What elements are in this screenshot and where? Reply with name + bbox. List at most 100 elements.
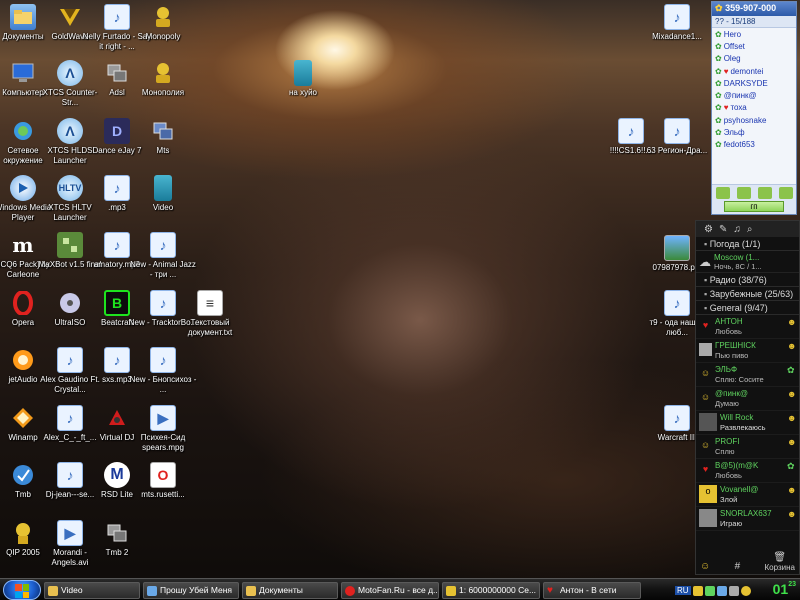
- taskbar-item-download[interactable]: 1: 6000000000 Се...: [442, 582, 540, 599]
- desktop-icon-mixadance[interactable]: ♪ Mixadance1...: [642, 4, 712, 42]
- online-flower-icon: ✿: [715, 140, 722, 150]
- desktop-icon-mts-rusetti[interactable]: O mts.rusetti...: [128, 462, 198, 500]
- clock[interactable]: 0123: [773, 581, 796, 597]
- qip-status-icon: ☻: [787, 389, 797, 399]
- weather-cloud-icon: ☁: [699, 254, 711, 269]
- taskbar-item-anton[interactable]: ♥ Антон - В сети: [543, 582, 641, 599]
- clock-hour: 01: [772, 581, 789, 597]
- gear-icon[interactable]: ⚙: [704, 224, 713, 235]
- desktop-icon-psiheya[interactable]: ▶ Психея-Сид spears.mpg: [128, 405, 198, 453]
- icq-contact[interactable]: ✿ psyhosnake: [712, 114, 796, 126]
- language-indicator[interactable]: RU: [675, 586, 691, 595]
- qip-contact[interactable]: ГРЕШНIСК Пью пиво ☻: [696, 339, 799, 363]
- desktop-icon-monopoliya[interactable]: Монополия: [128, 60, 198, 98]
- winamp-icon: [10, 405, 36, 431]
- hash-icon[interactable]: #: [735, 561, 741, 572]
- weather-city: Moscow (1...: [714, 252, 760, 262]
- desktop-icon-monopoly[interactable]: Monopoly: [128, 4, 198, 42]
- taskbar-item-motofan[interactable]: MotoFan.Ru - все д...: [341, 582, 439, 599]
- image-file-icon: [664, 235, 690, 261]
- icq-group-header[interactable]: ?? - 15/188: [712, 16, 796, 28]
- qip-status-icon: ☻: [787, 437, 797, 447]
- icq-tray-icon[interactable]: [704, 585, 715, 596]
- volume-tray-icon[interactable]: [728, 585, 739, 596]
- icq-status-button[interactable]: [778, 187, 793, 199]
- desktop-icon-animal-jazz[interactable]: ♪ New - Animal Jazz - три ...: [128, 232, 198, 280]
- icq-contact[interactable]: ✿ Oleg: [712, 53, 796, 65]
- icq-contact[interactable]: ✿ fedot653: [712, 139, 796, 151]
- qip-contact[interactable]: ☺ @пинк@ Думаю ☻: [696, 387, 799, 411]
- desktop-icon-video[interactable]: Video: [128, 175, 198, 213]
- search-icon[interactable]: ⌕: [747, 224, 753, 235]
- computer-icon: [10, 60, 36, 86]
- icq-contact[interactable]: ✿ ♥ demontei: [712, 65, 796, 77]
- smiley-tray-icon[interactable]: [740, 585, 751, 596]
- smiley-icon: ☺: [700, 392, 711, 402]
- counter-strike-icon: HLTV: [57, 175, 83, 201]
- network-tray-icon[interactable]: [716, 585, 727, 596]
- start-button[interactable]: [3, 580, 41, 600]
- icq-contact[interactable]: ✿ DARKSYDE: [712, 77, 796, 89]
- taskbar: Video Прошу Убей Меня Документы MotoFan.…: [0, 578, 800, 600]
- qip-contact[interactable]: ♥ B@5)(m@K Любовь ✿: [696, 459, 799, 483]
- folder-icon: [48, 586, 58, 596]
- qip-group-general[interactable]: General (9/47): [696, 301, 799, 315]
- tmb-icon: [10, 462, 36, 488]
- icq-contact[interactable]: ✿ Hero: [712, 28, 796, 40]
- taskbar-item-proshu[interactable]: Прошу Убей Меня: [143, 582, 239, 599]
- desktop-icon-na-huyo[interactable]: на хуйо: [268, 60, 338, 98]
- qip-contact[interactable]: o Vovanell@ Злой ☻: [696, 483, 799, 507]
- tmb-icon: [104, 520, 130, 546]
- desktop-icon-mts[interactable]: Mts: [128, 118, 198, 156]
- qip-contact[interactable]: ♥ АНТОН Любовь ☻: [696, 315, 799, 339]
- audio-file-icon: ♪: [104, 347, 130, 373]
- tools-icon[interactable]: ✎: [719, 224, 727, 235]
- flower-icon: ✿: [715, 3, 723, 13]
- qip-contact[interactable]: ☺ ЭЛЬФ Сплю: Сосите ✿: [696, 363, 799, 387]
- avatar: [699, 413, 717, 431]
- qip-group-foreign[interactable]: Зарубежные (25/63): [696, 287, 799, 301]
- icq-contact[interactable]: ✿ Offset: [712, 40, 796, 52]
- icq-title-bar: ✿ 359-907-000: [712, 2, 796, 16]
- icq-contact-list[interactable]: ✿ 359-907-000 ?? - 15/188 ✿ Hero ✿ Offset …: [711, 1, 797, 215]
- qip-contact[interactable]: ☺ PROFI Сплю ☻: [696, 435, 799, 459]
- jetaudio-icon: [10, 347, 36, 373]
- qip-contact[interactable]: SNORLAX637 Играю ☻: [696, 507, 799, 531]
- icq-search-button[interactable]: [736, 187, 751, 199]
- text-file-icon: ≡: [197, 290, 223, 316]
- network-icon: [10, 118, 36, 144]
- music-icon[interactable]: ♫: [733, 224, 741, 235]
- avatar: [699, 343, 712, 356]
- audio-file-icon: ♪: [664, 118, 690, 144]
- maxbot-icon: [57, 232, 83, 258]
- icq-contact[interactable]: ✿ Эльф: [712, 126, 796, 138]
- taskbar-item-documents[interactable]: Документы: [242, 582, 338, 599]
- opera-icon: [10, 290, 36, 316]
- goldwave-icon: [57, 4, 83, 30]
- opera-icon: [345, 586, 355, 596]
- desktop-icon-tmb2[interactable]: Tmb 2: [82, 520, 152, 558]
- qip-contact[interactable]: Will Rock Развлекаюсь ☻: [696, 411, 799, 435]
- icq-group-button[interactable]: гп: [724, 201, 784, 212]
- desktop-icon-biopsihoz[interactable]: ♪ New - Бнопсихоз - ...: [128, 347, 198, 395]
- motorola-icon: M: [104, 462, 130, 488]
- icq-contact[interactable]: ✿ @пинк@: [712, 89, 796, 101]
- online-flower-icon: ✿: [715, 54, 722, 64]
- counter-strike-icon: Λ: [57, 60, 83, 86]
- audio-file-icon: ♪: [664, 4, 690, 30]
- online-flower-icon: ✿: [715, 41, 722, 51]
- icq-settings-button[interactable]: [757, 187, 772, 199]
- desktop-icon-text-doc[interactable]: ≡ Текстовый документ.txt: [175, 290, 245, 338]
- weather-row[interactable]: ☁ Moscow (1... Ночь, 8С / 1...: [696, 251, 799, 273]
- qip-group-weather[interactable]: Погода (1/1): [696, 237, 799, 251]
- qip-tray-icon[interactable]: [692, 585, 703, 596]
- taskbar-item-video[interactable]: Video: [44, 582, 140, 599]
- trash-label: Корзина: [764, 563, 795, 572]
- icq-contact[interactable]: ✿ ♥ тоха: [712, 102, 796, 114]
- icq-menu-button[interactable]: [715, 187, 730, 199]
- qip-contact-list[interactable]: ⚙ ✎ ♫ ⌕ Погода (1/1) ☁ Moscow (1... Ночь…: [695, 220, 800, 575]
- qip-status-icon: ☻: [787, 485, 797, 495]
- qip-group-radio[interactable]: Радио (38/76): [696, 273, 799, 287]
- desktop-icon-63-region[interactable]: ♪ 63 Регион-Дра...: [642, 118, 712, 156]
- trash-shortcut[interactable]: 🗑 Корзина: [765, 552, 795, 572]
